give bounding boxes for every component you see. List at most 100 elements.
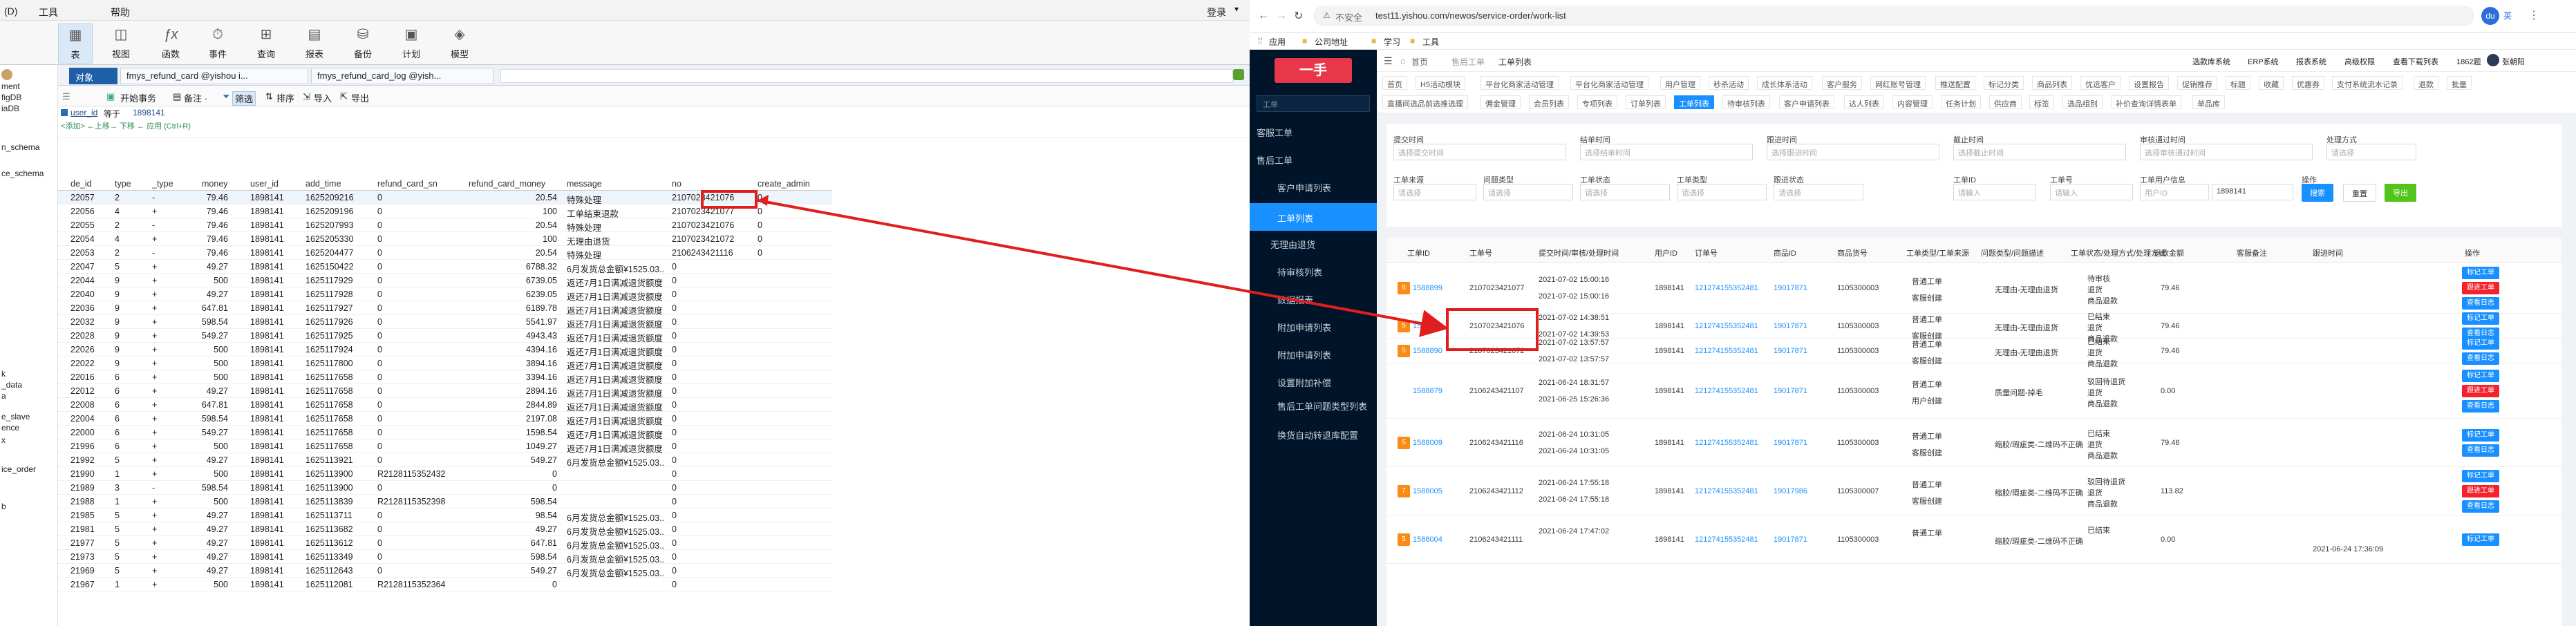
mark-button[interactable]: 标记工单 bbox=[2462, 533, 2499, 546]
table-cell[interactable]: 647.81 bbox=[467, 538, 557, 548]
table-cell[interactable]: + bbox=[152, 345, 157, 354]
table-cell[interactable]: 21988 bbox=[70, 497, 95, 506]
back-icon[interactable]: ← bbox=[1258, 10, 1269, 22]
table-cell[interactable]: 49.27 bbox=[187, 552, 228, 562]
table-cell[interactable]: 500 bbox=[187, 497, 228, 506]
table-cell[interactable]: 598.54 bbox=[187, 317, 228, 327]
filter-operator[interactable]: 等于 bbox=[104, 108, 120, 120]
tree-item[interactable]: ice_order bbox=[1, 464, 36, 474]
avatar[interactable] bbox=[2487, 54, 2499, 66]
table-cell[interactable]: 0 bbox=[672, 276, 748, 285]
table-cell[interactable]: 0 bbox=[672, 386, 748, 396]
nav-issue-types[interactable]: 售后工单问题类型列表 bbox=[1277, 399, 1367, 412]
table-cell[interactable]: 1625150422 bbox=[305, 262, 354, 272]
menu-item[interactable]: 帮助 bbox=[111, 6, 130, 19]
table-cell[interactable]: 0 bbox=[672, 455, 748, 465]
table-cell[interactable]: 0 bbox=[377, 400, 382, 410]
table-cell[interactable]: 0 bbox=[377, 331, 382, 341]
page-tab[interactable]: 秒杀活动 bbox=[1709, 76, 1749, 90]
table-cell[interactable]: 1898141 bbox=[250, 276, 284, 285]
tree-item[interactable]: k bbox=[1, 369, 6, 379]
column-header[interactable]: type bbox=[115, 179, 131, 189]
table-cell[interactable]: 4394.16 bbox=[467, 345, 557, 354]
page-tab[interactable]: 标签 bbox=[2029, 95, 2054, 109]
reload-icon[interactable]: ↻ bbox=[1294, 9, 1303, 23]
tree-item[interactable]: ence bbox=[1, 423, 19, 433]
bookmark-folder[interactable]: 工具 bbox=[1422, 36, 1439, 48]
table-cell[interactable]: 2197.08 bbox=[467, 414, 557, 424]
table-cell[interactable]: 1898141 bbox=[250, 303, 284, 313]
table-cell[interactable]: 500 bbox=[187, 276, 228, 285]
table-cell[interactable]: 21973 bbox=[70, 552, 95, 562]
table-cell[interactable]: 79.46 bbox=[187, 248, 228, 258]
approval-time-picker[interactable]: 选择审核通过时间 bbox=[2140, 144, 2313, 160]
page-tab[interactable]: 平台化商家活动管理 bbox=[1480, 76, 1559, 90]
table-cell[interactable]: 0 bbox=[672, 372, 748, 382]
table-cell[interactable]: 100 bbox=[467, 234, 557, 244]
table-cell[interactable]: 1625113711 bbox=[305, 511, 352, 520]
reset-button[interactable]: 重置 bbox=[2343, 184, 2376, 202]
goods-id-link[interactable]: 19017871 bbox=[1774, 535, 1807, 544]
table-cell[interactable]: + bbox=[152, 580, 157, 589]
table-cell[interactable]: 1898141 bbox=[250, 400, 284, 410]
bookmark-apps[interactable]: 应用 bbox=[1269, 36, 1286, 48]
work-order-id-link[interactable]: 1588005 bbox=[1413, 487, 1442, 495]
table-cell[interactable]: 0 bbox=[672, 359, 748, 368]
table-cell[interactable]: + bbox=[152, 511, 157, 520]
table-cell[interactable]: + bbox=[152, 372, 157, 382]
table-cell[interactable]: 1625113900 bbox=[305, 483, 353, 493]
work-order-id-link[interactable]: 1588879 bbox=[1413, 387, 1442, 395]
table-cell[interactable]: 22044 bbox=[70, 276, 95, 285]
follow-time-picker[interactable]: 选择跟进时间 bbox=[1767, 144, 1939, 160]
table-cell[interactable]: 1625112081 bbox=[305, 580, 353, 589]
table-cell[interactable]: 22012 bbox=[70, 386, 95, 396]
table-cell[interactable]: 1625113921 bbox=[305, 455, 353, 465]
table-cell[interactable]: 2 bbox=[115, 193, 120, 202]
table-cell[interactable]: - bbox=[152, 248, 155, 258]
nav-auto-refund-config[interactable]: 换货自动转退库配置 bbox=[1277, 428, 1367, 442]
backup-button[interactable]: ⛁ 备份 bbox=[346, 23, 380, 64]
table-cell[interactable]: 0 bbox=[377, 414, 382, 424]
table-row[interactable]: 22004 6 +598.54 1898141 1625117658 0 2197.08 返还… bbox=[58, 412, 832, 426]
follow-up-button[interactable]: 跟进工单 bbox=[2462, 385, 2499, 397]
address-bar[interactable]: ⚠ 不安全 test11.yishou.com/newos/service-or… bbox=[1313, 6, 2474, 26]
table-cell[interactable]: 1898141 bbox=[250, 386, 284, 396]
filter-button[interactable]: 筛选 bbox=[232, 91, 256, 106]
work-order-id-link[interactable]: 1588890 bbox=[1413, 347, 1442, 355]
table-cell[interactable]: R2128115352398 bbox=[377, 497, 445, 506]
collapse-icon[interactable]: ☰ bbox=[1384, 55, 1393, 67]
table-cell[interactable]: 1625112643 bbox=[305, 566, 353, 576]
table-row[interactable]: 22053 2-79.46 1898141 1625204477 0 20.54 特殊处理 2… bbox=[58, 246, 832, 260]
table-cell[interactable]: 100 bbox=[467, 207, 557, 216]
table-cell[interactable]: + bbox=[152, 552, 157, 562]
nav-customer-applications[interactable]: 客户申请列表 bbox=[1277, 181, 1331, 194]
page-tab[interactable]: H5活动模块 bbox=[1416, 76, 1466, 90]
table-cell[interactable]: 500 bbox=[187, 580, 228, 589]
table-cell[interactable]: 647.81 bbox=[187, 303, 228, 313]
goods-id-link[interactable]: 19017871 bbox=[1774, 322, 1807, 330]
table-cell[interactable]: 49.27 bbox=[187, 455, 228, 465]
page-tab[interactable]: 推送配置 bbox=[1935, 76, 1975, 90]
table-cell[interactable]: 0 bbox=[377, 566, 382, 576]
table-cell[interactable]: + bbox=[152, 290, 157, 299]
work-order-id-link[interactable]: 1588009 bbox=[1413, 439, 1442, 447]
table-cell[interactable]: 1898141 bbox=[250, 469, 284, 479]
table-cell[interactable]: 0 bbox=[377, 220, 382, 230]
table-cell[interactable]: 6 bbox=[115, 372, 120, 382]
table-cell[interactable]: 0 bbox=[377, 193, 382, 202]
page-tab[interactable]: 标记分类 bbox=[1984, 76, 2024, 90]
mark-button[interactable]: 标记工单 bbox=[2462, 267, 2499, 279]
table-row[interactable]: 22012 6 +49.27 1898141 1625117658 0 2894.16 返还7… bbox=[58, 384, 832, 399]
table-cell[interactable]: - bbox=[152, 483, 155, 493]
table-row[interactable]: 21989 3 - 598.54 1898141 1625113900 0 0 0 bbox=[58, 481, 832, 495]
table-cell[interactable]: 0 bbox=[377, 524, 382, 534]
table-cell[interactable]: 1625117924 bbox=[305, 345, 353, 354]
table-cell[interactable]: 1898141 bbox=[250, 483, 284, 493]
header-link[interactable]: 高级权限 bbox=[2344, 56, 2375, 67]
table-row[interactable]: 21996 6 +500 1898141 1625117658 0 1049.27 返还7月1… bbox=[58, 439, 832, 454]
user-name[interactable]: 张朝阳 bbox=[2502, 56, 2525, 67]
mark-button[interactable]: 标记工单 bbox=[2462, 312, 2499, 325]
table-cell[interactable]: 598.54 bbox=[187, 483, 228, 493]
table-cell[interactable]: 22004 bbox=[70, 414, 95, 424]
table-cell[interactable]: 647.81 bbox=[187, 400, 228, 410]
